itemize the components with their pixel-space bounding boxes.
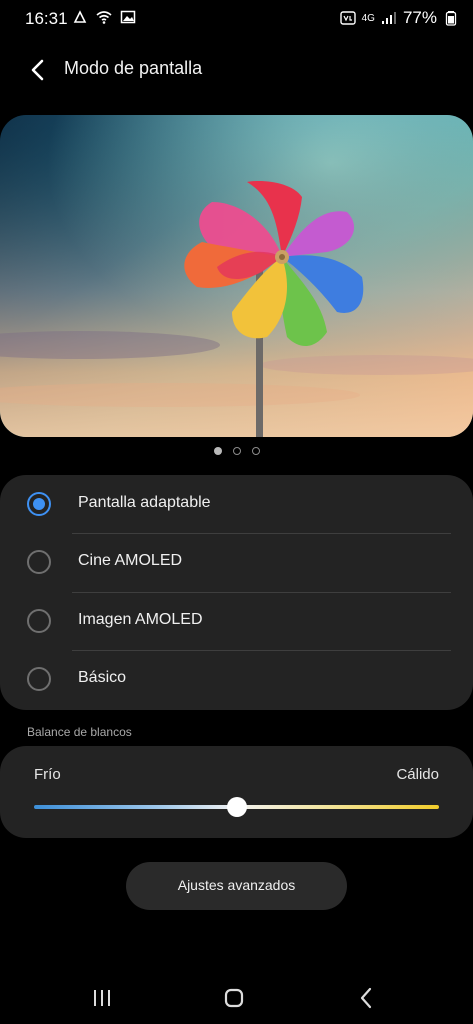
- mode-option-imagen-amoled[interactable]: Imagen AMOLED: [0, 592, 473, 650]
- volte-icon: [339, 11, 356, 25]
- radio-button[interactable]: [27, 609, 51, 633]
- mode-option-adaptive[interactable]: Pantalla adaptable: [0, 475, 473, 533]
- notification-icon: [73, 10, 87, 23]
- wifi-icon: [96, 11, 112, 24]
- screen-mode-list: Pantalla adaptable Cine AMOLED Imagen AM…: [0, 475, 473, 710]
- mode-label: Cine AMOLED: [78, 552, 183, 569]
- white-balance-title: Balance de blancos: [27, 725, 132, 739]
- warm-label: Cálido: [396, 766, 439, 783]
- advanced-settings-label: Ajustes avanzados: [177, 877, 296, 893]
- page-dot-3[interactable]: [251, 447, 260, 455]
- pinwheel-image: [0, 115, 473, 437]
- mode-label: Imagen AMOLED: [78, 611, 203, 628]
- page-indicator: [0, 447, 473, 455]
- mode-label: Básico: [78, 669, 127, 686]
- mode-label: Pantalla adaptable: [78, 494, 211, 511]
- white-balance-card: [0, 746, 473, 838]
- back-icon[interactable]: [358, 987, 374, 1009]
- battery-percent: 77%: [402, 8, 437, 27]
- recents-icon[interactable]: [92, 989, 112, 1007]
- status-time: 16:31: [25, 9, 68, 28]
- network-type-label: 4G: [361, 12, 375, 24]
- radio-button[interactable]: [27, 550, 51, 574]
- radio-button[interactable]: [27, 667, 51, 691]
- system-status-icons: 4G 77%: [339, 8, 459, 28]
- radio-button-selected[interactable]: [27, 492, 51, 516]
- mode-option-basico[interactable]: Básico: [0, 650, 473, 708]
- page-dot-1[interactable]: [213, 447, 222, 455]
- page-dot-2[interactable]: [232, 447, 241, 455]
- preview-image[interactable]: [0, 115, 473, 437]
- cold-label: Frío: [34, 766, 61, 783]
- advanced-settings-button[interactable]: Ajustes avanzados: [126, 862, 347, 910]
- signal-icon: [381, 12, 396, 24]
- mode-option-cine-amoled[interactable]: Cine AMOLED: [0, 533, 473, 591]
- home-icon[interactable]: [224, 988, 244, 1008]
- back-button[interactable]: [22, 54, 54, 86]
- battery-icon: [445, 11, 457, 26]
- notification-icons: [72, 9, 136, 25]
- status-bar: 16:31 4G 77%: [0, 0, 473, 36]
- image-icon: [120, 10, 136, 24]
- slider-thumb[interactable]: [226, 797, 247, 817]
- page-title: Modo de pantalla: [64, 58, 203, 78]
